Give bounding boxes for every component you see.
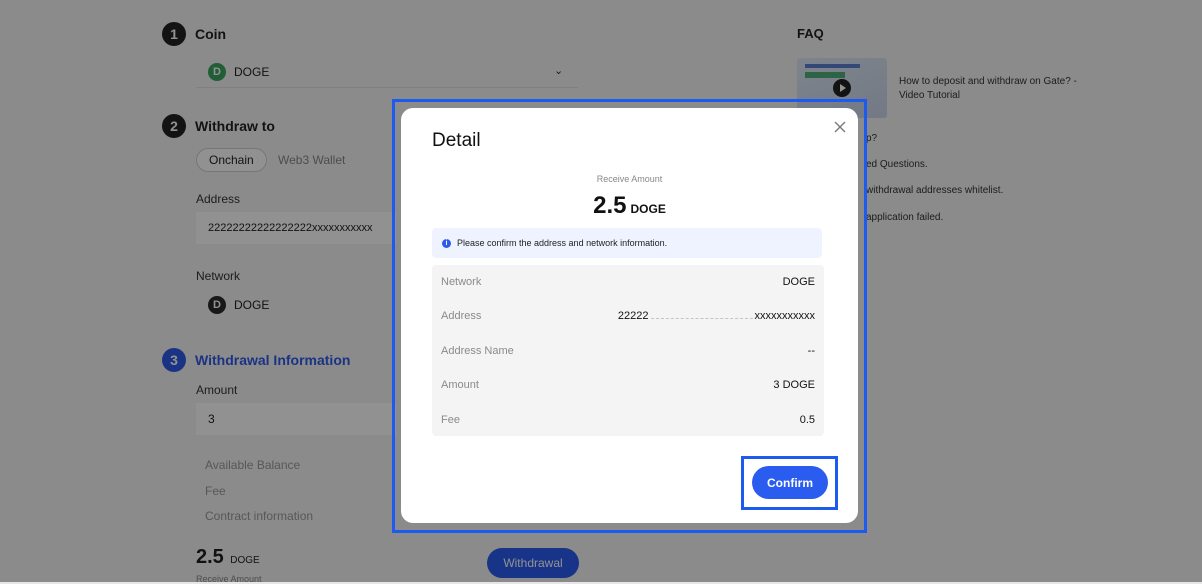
receive-amount: 2.5 DOGE <box>401 192 858 220</box>
confirmation-notice: i Please confirm the address and network… <box>432 228 822 258</box>
detail-row-network: Network DOGE <box>432 265 824 299</box>
receive-amount-label: Receive Amount <box>596 174 663 184</box>
notice-text: Please confirm the address and network i… <box>457 238 668 248</box>
address-start: 22222 <box>617 310 649 322</box>
close-icon[interactable] <box>832 119 848 135</box>
row-value: DOGE <box>782 276 815 288</box>
row-value: -- <box>807 345 815 357</box>
row-key: Fee <box>441 414 460 426</box>
row-key: Address Name <box>441 345 514 357</box>
row-key: Address <box>441 310 482 322</box>
detail-table: Network DOGE Address 22222 xxxxxxxxxxx Ad… <box>432 265 824 436</box>
receive-amount-unit: DOGE <box>630 202 666 216</box>
confirm-highlight-frame <box>741 456 838 510</box>
row-value: 0.5 <box>799 414 815 426</box>
row-key: Amount <box>441 379 479 391</box>
modal-title: Detail <box>432 130 481 151</box>
detail-row-address-name: Address Name -- <box>432 334 824 368</box>
row-value-address: 22222 xxxxxxxxxxx <box>618 310 815 322</box>
detail-row-address: Address 22222 xxxxxxxxxxx <box>432 299 824 333</box>
receive-amount-value: 2.5 <box>593 192 627 219</box>
row-key: Network <box>441 276 482 288</box>
address-masked-segment <box>650 314 753 319</box>
detail-row-amount: Amount 3 DOGE <box>432 368 824 402</box>
detail-row-fee: Fee 0.5 <box>432 403 824 437</box>
address-end: xxxxxxxxxxx <box>754 310 816 322</box>
info-icon: i <box>442 238 451 248</box>
row-value: 3 DOGE <box>773 379 815 391</box>
